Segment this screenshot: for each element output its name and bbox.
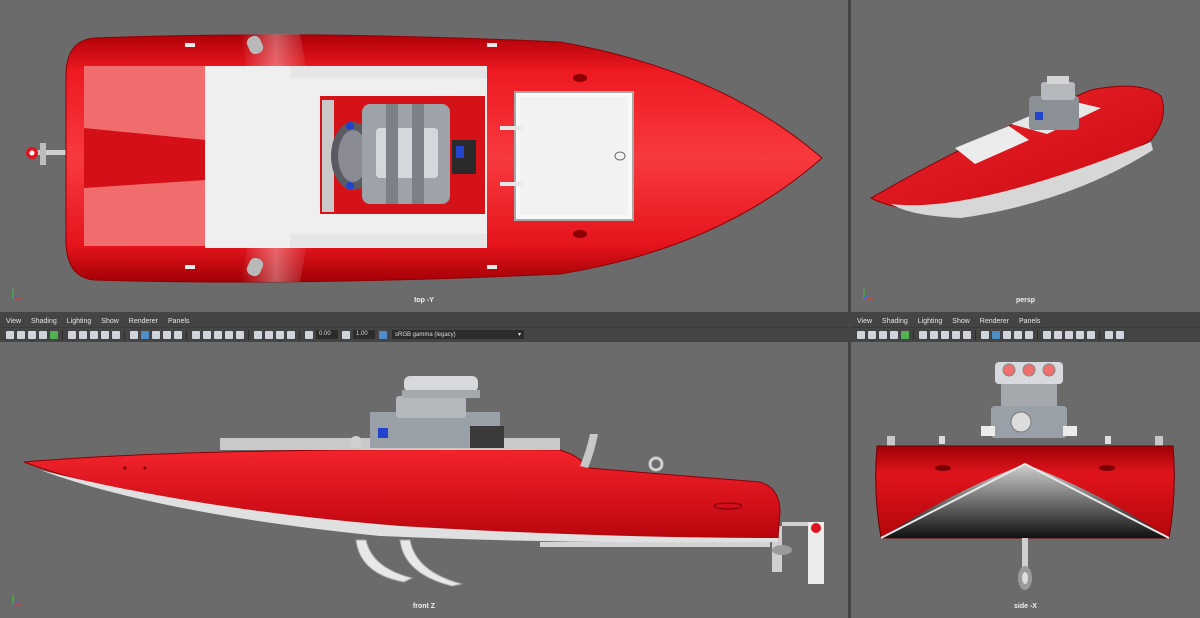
- backface-culling-icon[interactable]: [286, 330, 295, 339]
- safe-action-icon[interactable]: [111, 330, 120, 339]
- textured-icon[interactable]: [1013, 330, 1022, 339]
- default-material-icon[interactable]: [1002, 330, 1011, 339]
- menu-show[interactable]: Show: [101, 318, 119, 325]
- viewport-persp[interactable]: persp: [851, 0, 1200, 312]
- camera-label-top: top -Y: [414, 297, 434, 304]
- menu-view[interactable]: View: [857, 318, 872, 325]
- viewport-front[interactable]: front Z: [0, 342, 848, 618]
- menu-shading[interactable]: Shading: [882, 318, 908, 325]
- hull-fins: [355, 539, 463, 587]
- xray-icon[interactable]: [1115, 330, 1124, 339]
- boat-persp-view: [869, 76, 1164, 218]
- default-material-icon[interactable]: [151, 330, 160, 339]
- antialiasing-icon[interactable]: [1075, 330, 1084, 339]
- menu-lighting[interactable]: Lighting: [918, 318, 943, 325]
- isolate-select-icon[interactable]: [1104, 330, 1113, 339]
- field-chart-icon[interactable]: [951, 330, 960, 339]
- image-plane-icon[interactable]: [38, 330, 47, 339]
- chevron-down-icon: ▾: [517, 332, 521, 338]
- camera-label-persp: persp: [1015, 297, 1036, 304]
- use-lights-icon[interactable]: [173, 330, 182, 339]
- camera-attributes-icon[interactable]: [16, 330, 25, 339]
- toolbar-divider: [62, 329, 63, 340]
- viewport-top[interactable]: top -Y: [0, 0, 848, 312]
- image-plane-icon[interactable]: [889, 330, 898, 339]
- smooth-shade-icon[interactable]: [991, 330, 1000, 339]
- panel-menubar-side: View Shading Lighting Show Renderer Pane…: [851, 315, 1200, 327]
- antialiasing-icon[interactable]: [224, 330, 233, 339]
- grid-icon[interactable]: [49, 330, 58, 339]
- engine-front: [981, 362, 1077, 438]
- engine-side: [350, 376, 504, 448]
- boat-side-view: [875, 362, 1175, 590]
- menu-view[interactable]: View: [6, 318, 21, 325]
- camera-label-front: front Z: [412, 603, 436, 610]
- textured-icon[interactable]: [162, 330, 171, 339]
- boat-front-view: [23, 376, 824, 587]
- toolbar-divider: [248, 329, 249, 340]
- boat-top-view: [26, 34, 823, 283]
- safe-action-icon[interactable]: [962, 330, 971, 339]
- viewport-side[interactable]: side -X: [851, 342, 1200, 618]
- color-space-label: sRGB gamma (legacy): [395, 331, 456, 338]
- menu-panels[interactable]: Panels: [1019, 318, 1040, 325]
- gamma-field[interactable]: 1.00: [353, 330, 375, 339]
- use-lights-icon[interactable]: [1024, 330, 1033, 339]
- menu-lighting[interactable]: Lighting: [67, 318, 92, 325]
- menu-renderer[interactable]: Renderer: [980, 318, 1009, 325]
- film-gate-icon[interactable]: [918, 330, 927, 339]
- toolbar-divider: [186, 329, 187, 340]
- motion-blur-icon[interactable]: [213, 330, 222, 339]
- depth-of-field-icon[interactable]: [1086, 330, 1095, 339]
- bookmark-icon[interactable]: [27, 330, 36, 339]
- wireframe-icon[interactable]: [129, 330, 138, 339]
- exposure-field[interactable]: 0.00: [316, 330, 338, 339]
- isolate-select-icon[interactable]: [253, 330, 262, 339]
- camera-attributes-icon[interactable]: [867, 330, 876, 339]
- resolution-gate-icon[interactable]: [78, 330, 87, 339]
- select-camera-icon[interactable]: [856, 330, 865, 339]
- menu-renderer[interactable]: Renderer: [129, 318, 158, 325]
- smooth-shade-icon[interactable]: [140, 330, 149, 339]
- toolbar-divider: [299, 329, 300, 340]
- film-gate-icon[interactable]: [67, 330, 76, 339]
- xray-joints-icon[interactable]: [275, 330, 284, 339]
- depth-of-field-icon[interactable]: [235, 330, 244, 339]
- ambient-occlusion-icon[interactable]: [1053, 330, 1062, 339]
- grid-icon[interactable]: [900, 330, 909, 339]
- panel-menubar-front: View Shading Lighting Show Renderer Pane…: [0, 315, 848, 327]
- gate-mask-icon[interactable]: [940, 330, 949, 339]
- wireframe-icon[interactable]: [980, 330, 989, 339]
- rudder-hardware: [26, 143, 72, 165]
- camera-label-side: side -X: [1014, 603, 1037, 610]
- toolbar-divider: [124, 329, 125, 340]
- motion-blur-icon[interactable]: [1064, 330, 1073, 339]
- field-chart-icon[interactable]: [100, 330, 109, 339]
- shadows-icon[interactable]: [191, 330, 200, 339]
- ambient-occlusion-icon[interactable]: [202, 330, 211, 339]
- toolbar-divider: [1037, 329, 1038, 340]
- bookmark-icon[interactable]: [878, 330, 887, 339]
- menu-show[interactable]: Show: [952, 318, 970, 325]
- menu-shading[interactable]: Shading: [31, 318, 57, 325]
- toolbar-divider: [913, 329, 914, 340]
- toolbar-divider: [975, 329, 976, 340]
- gate-mask-icon[interactable]: [89, 330, 98, 339]
- menu-panels[interactable]: Panels: [168, 318, 189, 325]
- xray-icon[interactable]: [264, 330, 273, 339]
- exposure-icon: [304, 330, 313, 339]
- panel-toolbar-front: 0.00 1.00 sRGB gamma (legacy) ▾: [0, 327, 848, 341]
- panel-toolbar-side: [851, 327, 1200, 341]
- color-space-select[interactable]: sRGB gamma (legacy) ▾: [392, 330, 524, 339]
- shadows-icon[interactable]: [1042, 330, 1051, 339]
- toolbar-divider: [1099, 329, 1100, 340]
- select-camera-icon[interactable]: [5, 330, 14, 339]
- gamma-icon: [341, 330, 350, 339]
- resolution-gate-icon[interactable]: [929, 330, 938, 339]
- engine-persp: [1029, 76, 1079, 130]
- color-management-icon[interactable]: [378, 330, 387, 339]
